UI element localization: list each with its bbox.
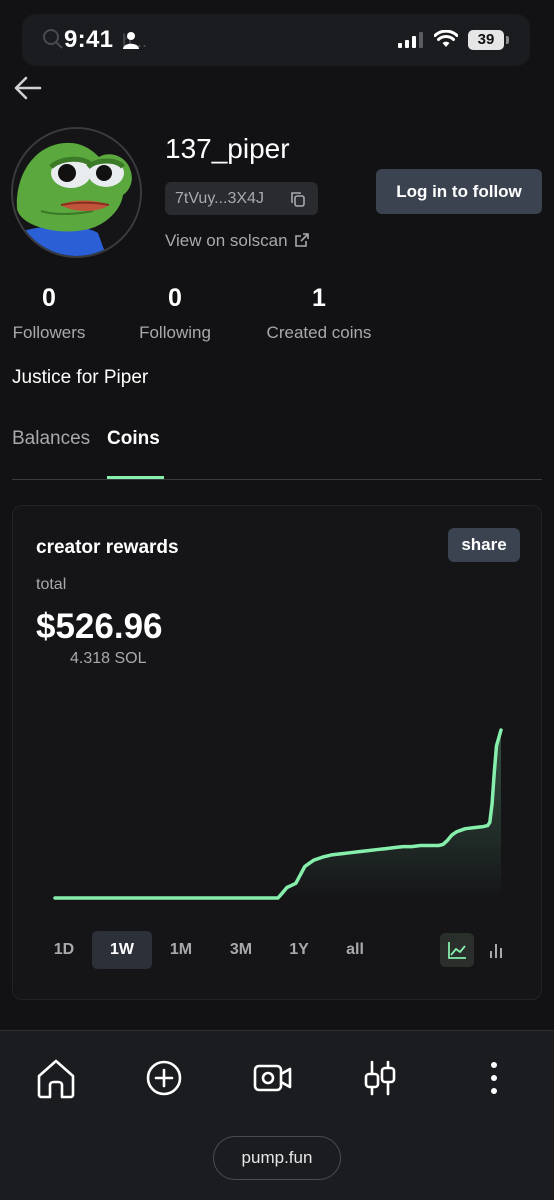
wifi-icon: [433, 29, 459, 53]
line-chart-icon[interactable]: [440, 933, 474, 967]
active-tab-indicator: [107, 476, 164, 479]
range-1m-button[interactable]: 1M: [163, 931, 199, 969]
creator-rewards-card: creator rewards share total $526.96 4.31…: [12, 505, 542, 1000]
wallet-address-chip[interactable]: 7tVuy...3X4J: [165, 182, 318, 215]
bar-chart-icon[interactable]: [480, 933, 514, 967]
range-1y-button[interactable]: 1Y: [281, 931, 317, 969]
status-bar: h... 9:41 39: [22, 14, 530, 66]
battery-level: 39: [468, 30, 504, 50]
video-icon[interactable]: [247, 1053, 297, 1103]
share-button[interactable]: share: [448, 528, 520, 562]
stat-followers[interactable]: 0 Followers: [11, 284, 87, 343]
site-url-pill[interactable]: pump.fun: [213, 1136, 341, 1180]
username: 137_piper: [165, 133, 290, 164]
created-coins-count: 1: [312, 284, 326, 312]
bottom-nav: pump.fun: [0, 1031, 554, 1200]
total-label: total: [36, 576, 67, 593]
solscan-link-label: View on solscan: [165, 231, 288, 250]
card-title: creator rewards: [36, 537, 179, 558]
solscan-link[interactable]: View on solscan: [165, 231, 310, 253]
back-arrow-icon[interactable]: [12, 72, 44, 104]
trading-icon[interactable]: [355, 1053, 405, 1103]
copy-icon[interactable]: [290, 191, 306, 212]
followers-count: 0: [42, 284, 56, 312]
rewards-area-chart: [53, 728, 503, 900]
stat-following[interactable]: 0 Following: [136, 284, 214, 343]
top-cutoff-elements: [0, 0, 554, 2]
following-count: 0: [168, 284, 182, 312]
log-in-to-follow-button[interactable]: Log in to follow: [376, 169, 542, 214]
frog-avatar-image: [13, 129, 140, 256]
clock-time: 9:41: [64, 26, 114, 53]
stat-created-coins[interactable]: 1 Created coins: [262, 284, 376, 343]
range-3m-button[interactable]: 3M: [221, 931, 261, 969]
tab-balances[interactable]: Balances: [12, 428, 90, 450]
search-icon: [42, 28, 64, 56]
chart-area-fill: [55, 730, 501, 898]
external-link-icon: [294, 232, 310, 253]
cellular-signal-icon: [398, 32, 424, 53]
tab-coins[interactable]: Coins: [107, 428, 160, 450]
create-icon[interactable]: [139, 1053, 189, 1103]
tab-divider: [12, 479, 542, 480]
total-value: $526.96: [36, 607, 163, 646]
person-icon: [123, 31, 139, 54]
wallet-address: 7tVuy...3X4J: [175, 190, 264, 207]
profile-bio: Justice for Piper: [12, 367, 149, 388]
range-1w-button[interactable]: 1W: [92, 931, 152, 969]
range-all-button[interactable]: all: [337, 931, 373, 969]
avatar: [11, 127, 142, 258]
range-1d-button[interactable]: 1D: [46, 931, 82, 969]
battery-icon: [506, 36, 509, 44]
home-icon[interactable]: [31, 1053, 81, 1103]
followers-label: Followers: [12, 323, 86, 342]
following-label: Following: [139, 323, 211, 342]
created-coins-label: Created coins: [266, 323, 372, 342]
more-icon[interactable]: [469, 1053, 519, 1103]
